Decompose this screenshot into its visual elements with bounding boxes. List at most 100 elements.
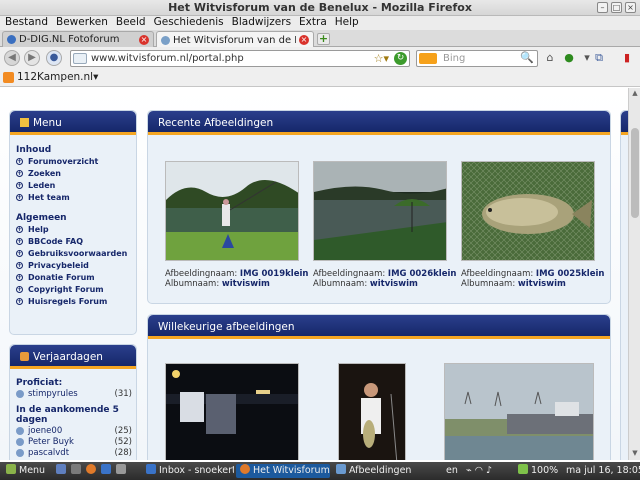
image-name-link[interactable]: IMG 0025klein	[536, 269, 605, 279]
link-huisregels-forum[interactable]: + Huisregels Forum	[16, 295, 134, 307]
menu-extra[interactable]: Extra	[297, 16, 333, 30]
firefox-icon[interactable]	[86, 464, 96, 474]
portal-page: Menu Inhoud + Forumoverzicht + Zoeken + Led…	[0, 88, 628, 460]
taskbar-item-firefox[interactable]: Het Witvisforum van...	[236, 464, 330, 478]
image-name-link[interactable]: IMG 0026klein	[388, 269, 457, 279]
quick-launch	[52, 464, 138, 478]
birthday-age: (28)	[114, 447, 132, 458]
random-image-2[interactable]	[338, 363, 406, 460]
close-tab-icon[interactable]: ×	[139, 34, 149, 45]
random-images-panel: Willekeurige afbeeldingen	[147, 314, 611, 460]
home-icon[interactable]: ⌂	[543, 51, 557, 65]
barge-river-photo	[445, 364, 593, 460]
bream-fish-photo	[462, 162, 594, 260]
link-zoeken[interactable]: + Zoeken	[16, 167, 134, 179]
link-het-team[interactable]: + Het team	[16, 191, 134, 203]
reload-icon[interactable]: ↻	[394, 52, 407, 65]
link-gebruiksvoorwaarden[interactable]: + Gebruiksvoorwaarden	[16, 247, 134, 259]
tab-witvisforum[interactable]: Het Witvisforum van de Ben... ×	[156, 31, 314, 48]
recent-caption-1: Afbeeldingnaam: IMG 0019klein Albumnaam:…	[165, 269, 308, 289]
link-copyright-forum[interactable]: + Copyright Forum	[16, 283, 134, 295]
tab-ddig[interactable]: D-DIG.NL Fotoforum ×	[2, 31, 154, 47]
terminal-icon[interactable]	[71, 464, 81, 474]
bookmark-112kampen[interactable]: 112Kampen.nl ▾	[3, 71, 98, 83]
keyboard-layout-indicator[interactable]: en	[442, 464, 462, 478]
link-bbcode-faq[interactable]: + BBCode FAQ	[16, 235, 134, 247]
plus-icon: +	[16, 169, 23, 177]
clock[interactable]: ma jul 16, 18:05	[562, 464, 640, 478]
search-engine-icon[interactable]	[419, 53, 437, 64]
scroll-up-icon[interactable]: ▲	[630, 89, 640, 99]
scroll-down-icon[interactable]: ▼	[630, 449, 640, 459]
user-icon	[16, 437, 24, 446]
show-desktop-icon[interactable]	[56, 464, 66, 474]
link-label: Zoeken	[28, 168, 61, 178]
window-titlebar: Het Witvisforum van de Benelux - Mozilla…	[0, 0, 640, 16]
taskbar-item-afbeeldingen[interactable]: Afbeeldingen	[332, 464, 412, 478]
menu-geschiedenis[interactable]: Geschiedenis	[152, 16, 230, 30]
new-tab-button[interactable]: +	[317, 33, 330, 45]
history-icon[interactable]: ●	[46, 50, 62, 66]
upcoming-label: In de aankomende 5 dagen	[16, 405, 119, 425]
start-menu-button[interactable]: Menu	[2, 464, 49, 478]
cake-icon	[20, 352, 29, 361]
menu-help[interactable]: Help	[333, 16, 365, 30]
menu-bladwijzers[interactable]: Bladwijzers	[230, 16, 297, 30]
url-bar[interactable]: www.witvisforum.nl/portal.php ☆▾ ↻	[70, 50, 410, 67]
bookmark-star-icon[interactable]: ☆▾	[374, 52, 389, 65]
close-window-button[interactable]: ×	[625, 2, 636, 13]
search-placeholder: Bing	[443, 53, 466, 64]
random-images-title: Willekeurige afbeeldingen	[158, 321, 295, 333]
addon-green-icon[interactable]: ●	[562, 51, 576, 65]
vertical-scrollbar[interactable]: ▲ ▼	[628, 88, 640, 460]
link-forumoverzicht[interactable]: + Forumoverzicht	[16, 155, 134, 167]
birthday-panel: Verjaardagen Proficiat: stimpyrules (31) …	[9, 344, 137, 460]
menu-bestand[interactable]: Bestand	[3, 16, 54, 30]
minimize-button[interactable]: –	[597, 2, 608, 13]
link-help[interactable]: + Help	[16, 223, 134, 235]
maximize-button[interactable]: □	[611, 2, 622, 13]
scrollbar-thumb[interactable]	[631, 128, 639, 218]
link-leden[interactable]: + Leden	[16, 179, 134, 191]
angler-with-fish-photo	[339, 364, 405, 460]
album-name-link[interactable]: witviswim	[518, 279, 566, 289]
recent-image-2[interactable]	[313, 161, 447, 261]
recent-caption-3: Afbeeldingnaam: IMG 0025klein Albumnaam:…	[461, 269, 604, 289]
album-name-label: Albumnaam:	[461, 279, 516, 289]
back-button[interactable]: ◀	[4, 50, 20, 66]
image-name-link[interactable]: IMG 0019klein	[240, 269, 309, 279]
album-name-link[interactable]: witviswim	[370, 279, 418, 289]
close-tab-icon[interactable]: ×	[299, 35, 309, 45]
birthday-row[interactable]: pascalvdt (28)	[16, 447, 132, 458]
thunderbird-icon[interactable]	[101, 464, 111, 474]
url-text: www.witvisforum.nl/portal.php	[91, 53, 244, 64]
random-image-1[interactable]	[165, 363, 299, 460]
forward-button[interactable]: ▶	[24, 50, 40, 66]
random-image-3[interactable]	[444, 363, 594, 460]
battery-indicator[interactable]: 100%	[514, 464, 562, 478]
birthday-row[interactable]: joene00 (25)	[16, 425, 132, 436]
files-icon[interactable]	[116, 464, 126, 474]
taskbar-item-inbox[interactable]: Inbox - snoekert@x...	[142, 464, 234, 478]
addon-red-icon[interactable]: ▮	[620, 51, 634, 65]
album-name-link[interactable]: witviswim	[222, 279, 270, 289]
site-identity-icon[interactable]	[73, 53, 87, 64]
taskbar-item-label: Afbeeldingen	[349, 465, 412, 476]
link-privacybeleid[interactable]: + Privacybeleid	[16, 259, 134, 271]
inhoud-title: Inhoud	[16, 145, 52, 155]
search-bar[interactable]: Bing 🔍	[416, 50, 538, 67]
birthday-row[interactable]: stimpyrules (31)	[16, 388, 132, 399]
network-icon[interactable]: ⌁	[466, 465, 472, 476]
addon-translate-icon[interactable]: ⧉	[592, 51, 606, 65]
recent-image-1[interactable]	[165, 161, 299, 261]
menu-beeld[interactable]: Beeld	[114, 16, 152, 30]
search-icon[interactable]: 🔍	[520, 51, 534, 64]
wifi-icon[interactable]: ◠	[475, 465, 483, 476]
birthday-row[interactable]: Peter Buyk (52)	[16, 436, 132, 447]
link-donatie-forum[interactable]: + Donatie Forum	[16, 271, 134, 283]
tab-bar: D-DIG.NL Fotoforum × Het Witvisforum van…	[0, 30, 640, 48]
right-column-header	[621, 111, 628, 135]
volume-icon[interactable]: ♪	[486, 465, 492, 476]
recent-image-3[interactable]	[461, 161, 595, 261]
menu-bewerken[interactable]: Bewerken	[54, 16, 114, 30]
